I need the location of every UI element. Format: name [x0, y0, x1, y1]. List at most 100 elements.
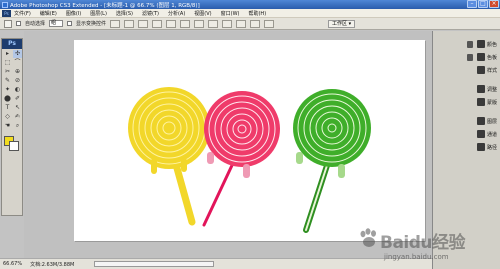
tool-bucket-icon[interactable]: ⬤	[3, 95, 12, 103]
lollipop-yellow	[128, 87, 210, 226]
menu-help[interactable]: 帮助(H)	[248, 10, 266, 17]
tool-eraser-icon[interactable]: ⊘	[13, 77, 22, 85]
tool-pen-icon[interactable]: ✐	[13, 95, 22, 103]
menu-bar: Ps 文件(F) 编辑(E) 图像(I) 图层(L) 选择(S) 滤镜(T) 分…	[0, 9, 500, 18]
menu-view[interactable]: 视图(V)	[194, 10, 211, 17]
tool-path-select-icon[interactable]: ↖	[13, 104, 22, 112]
lollipop-green	[293, 89, 371, 233]
lollipop-artwork	[128, 87, 371, 233]
menu-image[interactable]: 图像(I)	[66, 10, 81, 17]
menu-select[interactable]: 选择(S)	[116, 10, 133, 17]
channels-panel-button[interactable]: 通道	[477, 128, 499, 140]
layers-panel-icon	[477, 117, 485, 125]
swatches-panel-label: 色板	[487, 54, 498, 61]
distribute-top-button[interactable]	[194, 19, 205, 28]
lollipop-pink	[202, 91, 280, 227]
navigator-panel-button[interactable]	[467, 38, 475, 50]
options-bar: 自动选择 组 显示变换控件 工作区 ▾	[0, 18, 500, 30]
show-transform-label: 显示变换控件	[76, 21, 107, 27]
color-panel-icon	[477, 40, 485, 48]
menu-layer[interactable]: 图层(L)	[90, 10, 107, 17]
tool-move-icon[interactable]: ▸	[3, 50, 12, 58]
masks-panel-label: 蒙版	[487, 99, 498, 106]
paths-panel-label: 路径	[487, 144, 498, 151]
tool-type-icon[interactable]: T	[3, 104, 12, 112]
window-controls: – □ ×	[467, 0, 499, 8]
close-button[interactable]: ×	[489, 0, 499, 8]
maximize-button[interactable]: □	[478, 0, 488, 8]
align-middle-button[interactable]	[124, 19, 135, 28]
masks-panel-icon	[477, 98, 485, 106]
tool-notes-icon[interactable]: ✍	[13, 113, 22, 121]
photoshop-app-icon	[2, 1, 8, 8]
ps-menu-logo: Ps	[2, 10, 11, 17]
menu-edit[interactable]: 编辑(E)	[40, 10, 57, 17]
color-panel-label: 颜色	[487, 41, 498, 48]
tool-dodge-icon[interactable]: ◐	[13, 86, 22, 94]
workspace-button[interactable]: 工作区 ▾	[328, 20, 356, 28]
paths-panel-button[interactable]: 路径	[477, 141, 499, 153]
distribute-bottom-button[interactable]	[222, 19, 233, 28]
adjust-panel-label: 调整	[487, 86, 498, 93]
zoom-level[interactable]: 66.67%	[3, 261, 22, 267]
tool-heal-icon[interactable]: ⊕	[13, 68, 22, 76]
auto-select-label: 自动选择	[25, 21, 46, 27]
histogram-icon	[467, 53, 473, 61]
distribute-left-button[interactable]	[236, 19, 247, 28]
align-top-button[interactable]	[110, 19, 121, 28]
layers-panel-label: 图层	[487, 118, 498, 125]
tool-brush-icon[interactable]: ✎	[3, 77, 12, 85]
adjust-panel-icon	[477, 85, 485, 93]
horizontal-scrollbar[interactable]	[94, 261, 215, 267]
tool-hand-icon[interactable]: ☚	[3, 122, 12, 130]
move-tool-preset-icon[interactable]	[4, 19, 12, 28]
tool-marquee-icon[interactable]: ⬚	[3, 59, 12, 67]
swatches-panel-icon	[477, 53, 485, 61]
background-color-swatch[interactable]	[9, 141, 19, 151]
align-right-button[interactable]	[180, 19, 191, 28]
swatches-panel-button[interactable]: 色板	[477, 51, 499, 63]
styles-panel-label: 样式	[487, 67, 498, 74]
auto-select-dropdown[interactable]: 组	[49, 20, 64, 27]
menu-analysis[interactable]: 分析(A)	[168, 10, 185, 17]
ps-logo: Ps	[2, 39, 22, 49]
distribute-right-button[interactable]	[264, 19, 275, 28]
align-center-button[interactable]	[166, 19, 177, 28]
color-panel-button[interactable]: 颜色	[477, 38, 499, 50]
align-bottom-button[interactable]	[138, 19, 149, 28]
watermark-brand: Baidu经验	[380, 233, 466, 253]
toolbox: Ps ▸ ✣ ⬚ ⌒ ✂ ⊕ ✎ ⊘ ✦ ◐ ⬤ ✐ T ↖ ◇ ✍ ☚ ⌕	[1, 38, 23, 216]
menu-file[interactable]: 文件(F)	[14, 10, 31, 17]
menu-filter[interactable]: 滤镜(T)	[142, 10, 159, 17]
adjust-panel-button[interactable]: 调整	[477, 83, 499, 95]
distribute-center-button[interactable]	[250, 19, 261, 28]
watermark-url: jingyan.baidu.com	[384, 253, 449, 261]
window-titlebar: Adobe Photoshop CS3 Extended - [未标题-1 @ …	[0, 0, 500, 9]
styles-panel-button[interactable]: 样式	[477, 64, 499, 76]
tool-zoom-icon[interactable]: ⌕	[13, 122, 22, 130]
distribute-middle-button[interactable]	[208, 19, 219, 28]
tool-lasso-icon[interactable]: ⌒	[13, 59, 22, 67]
minimize-button[interactable]: –	[467, 0, 477, 8]
baidu-paw-icon	[360, 228, 376, 247]
color-swatches	[2, 135, 22, 155]
align-left-button[interactable]	[152, 19, 163, 28]
tool-shape-icon[interactable]: ◇	[3, 113, 12, 121]
show-transform-checkbox[interactable]	[67, 21, 73, 26]
layers-panel-button[interactable]: 图层	[477, 115, 499, 127]
channels-panel-label: 通道	[487, 131, 498, 138]
auto-select-checkbox[interactable]	[16, 21, 21, 26]
panel-column-labeled: 颜色 色板 样式 调整 蒙版 图层 通道 路径	[477, 38, 499, 154]
styles-panel-icon	[477, 66, 485, 74]
tool-crop-icon[interactable]: ✂	[3, 68, 12, 76]
masks-panel-button[interactable]: 蒙版	[477, 96, 499, 108]
document-canvas[interactable]	[74, 40, 425, 241]
histogram-panel-button[interactable]	[467, 51, 475, 63]
menu-window[interactable]: 窗口(W)	[221, 10, 240, 17]
tool-stamp-icon[interactable]: ✦	[3, 86, 12, 94]
document-size[interactable]: 文档:2.63M/3.88M	[30, 261, 74, 268]
navigator-icon	[467, 40, 473, 48]
channels-panel-icon	[477, 130, 485, 138]
tool-move-selected-icon[interactable]: ✣	[13, 50, 22, 58]
panel-column-collapsed	[467, 38, 475, 64]
